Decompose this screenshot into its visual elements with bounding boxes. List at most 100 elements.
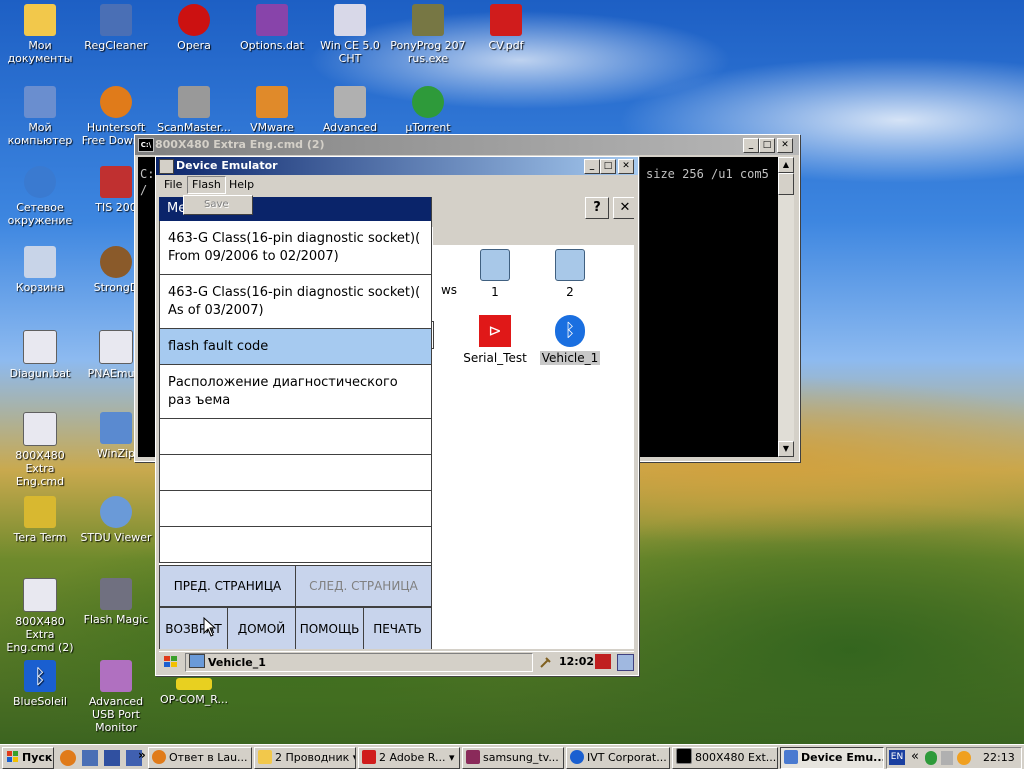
pdf-icon xyxy=(362,750,376,764)
desktop-icon-opera[interactable]: Opera xyxy=(154,4,234,52)
list-item[interactable] xyxy=(159,527,431,563)
console-titlebar[interactable]: C:\ 800X480 Extra Eng.cmd (2) _ □ ✕ xyxy=(135,135,799,155)
maximize-button[interactable]: □ xyxy=(600,159,616,174)
save-quicklaunch-icon[interactable] xyxy=(104,750,120,766)
file-item-vehicle-1[interactable]: ᛒ Vehicle_1 xyxy=(533,315,607,365)
taskbar-item-label: Ответ в Lau... xyxy=(169,751,248,764)
desktop-icon-utorrent[interactable]: µTorrent xyxy=(388,86,468,134)
close-button[interactable]: ✕ xyxy=(777,138,793,153)
menu-item-save[interactable]: Save xyxy=(186,198,250,212)
desktop-icon-800x480-cmd-2[interactable]: 800X480 Extra Eng.cmd (2) xyxy=(0,578,80,654)
minimize-button[interactable]: _ xyxy=(743,138,759,153)
list-item[interactable] xyxy=(159,455,431,491)
app-quicklaunch-icon[interactable] xyxy=(82,750,98,766)
desktop-icon-bluesoleil[interactable]: ᛒ BlueSoleil xyxy=(0,660,80,708)
list-item[interactable] xyxy=(159,491,431,527)
next-page-button[interactable]: СЛЕД. СТРАНИЦА xyxy=(295,565,432,607)
tray-tool-icon[interactable] xyxy=(539,655,553,669)
minimize-button[interactable]: _ xyxy=(584,159,600,174)
close-button[interactable]: ✕ xyxy=(618,159,634,174)
file-item-2[interactable]: 2 xyxy=(533,249,607,299)
scroll-up-button[interactable]: ▲ xyxy=(778,157,794,173)
desktop-icon-usb-monitor[interactable]: Advanced USB Port Monitor xyxy=(76,660,156,734)
home-button[interactable]: ДОМОЙ xyxy=(227,607,296,649)
winzip-icon xyxy=(100,412,132,444)
prev-page-button[interactable]: ПРЕД. СТРАНИЦА xyxy=(159,565,296,607)
desktop-icon-ponyprog[interactable]: PonyProg 207 rus.exe xyxy=(388,4,468,65)
desktop-icon-opcom[interactable]: OP-COM_R... xyxy=(154,678,234,706)
list-item[interactable] xyxy=(159,419,431,455)
file-item-serial-test[interactable]: ⊳ Serial_Test xyxy=(458,315,532,365)
desktop-icon-advanced[interactable]: Advanced xyxy=(310,86,390,134)
desktop-icon-flash-magic[interactable]: Flash Magic xyxy=(76,578,156,626)
maximize-button[interactable]: □ xyxy=(759,138,775,153)
language-indicator[interactable]: EN xyxy=(889,750,905,765)
taskbar-item-console[interactable]: 800X480 Ext... xyxy=(672,747,778,769)
firefox-quicklaunch-icon[interactable] xyxy=(60,750,76,766)
network-icon xyxy=(24,166,56,198)
list-item[interactable]: flash fault code xyxy=(159,329,431,365)
folder-icon xyxy=(24,4,56,36)
input-panel-icon[interactable] xyxy=(595,654,611,669)
windows-start-icon[interactable] xyxy=(163,655,179,669)
taskbar-item-ivt[interactable]: IVT Corporat... xyxy=(566,747,670,769)
regcleaner-icon xyxy=(100,4,132,36)
desktop-icon-tera-term[interactable]: Tera Term xyxy=(0,496,80,544)
close-icon[interactable]: ✕ xyxy=(613,197,634,219)
taskbar-item-device-emulator[interactable]: Device Emu... xyxy=(780,747,884,769)
file-item-1[interactable]: 1 xyxy=(458,249,532,299)
taskbar-item-browser[interactable]: Ответ в Lau... xyxy=(148,747,252,769)
bluetooth-icon xyxy=(570,750,584,764)
list-item[interactable]: 463-G Class(16-pin diagnostic socket)( F… xyxy=(159,221,431,275)
desktop-icon-my-documents[interactable]: Мои документы xyxy=(0,4,80,65)
device-emulator-window[interactable]: Device Emulator _ □ ✕ File Flash Help ? … xyxy=(155,156,639,676)
desktop-icon-regcleaner[interactable]: RegCleaner xyxy=(76,4,156,52)
tray-expand-chevron[interactable]: « xyxy=(911,749,919,764)
menu-flash[interactable]: Flash xyxy=(187,176,226,194)
print-button[interactable]: ПЕЧАТЬ xyxy=(363,607,432,649)
bluetooth-tray-icon[interactable] xyxy=(925,751,937,765)
desktop-icon-button[interactable] xyxy=(617,654,634,671)
desktop-icon-options-dat[interactable]: Options.dat xyxy=(232,4,312,52)
desktop-icon-stdu-viewer[interactable]: STDU Viewer xyxy=(76,496,156,544)
desktop-icon-diagun[interactable]: Diagun.bat xyxy=(0,330,80,380)
desktop-icon-scanmaster[interactable]: ScanMaster... xyxy=(154,86,234,134)
device-taskbar-item[interactable]: Vehicle_1 xyxy=(185,653,533,672)
device-clock[interactable]: 12:02 xyxy=(559,654,594,670)
computer-icon xyxy=(555,249,585,281)
desktop-icon-label: 800X480 Extra Eng.cmd xyxy=(15,449,65,488)
clock[interactable]: 22:13 xyxy=(983,751,1015,765)
desktop-icon-label: Options.dat xyxy=(240,39,304,52)
app-tray-icon[interactable] xyxy=(957,751,971,765)
emulator-titlebar[interactable]: Device Emulator _ □ ✕ xyxy=(156,157,638,175)
desktop-icon-vmware[interactable]: VMware xyxy=(232,86,312,134)
windows-logo-icon xyxy=(7,751,18,762)
list-item[interactable]: 463-G Class(16-pin diagnostic socket)( A… xyxy=(159,275,431,329)
quicklaunch-more-chevron[interactable]: » xyxy=(138,748,146,762)
desktop-icon-network[interactable]: Сетевое окружение xyxy=(0,166,80,227)
back-button[interactable]: ВОЗВРАТ xyxy=(159,607,228,649)
desktop-icon-cv-pdf[interactable]: CV.pdf xyxy=(466,4,546,52)
taskbar-item-label: 800X480 Ext... xyxy=(695,751,777,764)
help-button[interactable]: ПОМОЩЬ xyxy=(295,607,364,649)
menu-file[interactable]: File xyxy=(160,177,186,193)
taskbar-item-adobe[interactable]: 2 Adobe R... ▾ xyxy=(358,747,460,769)
scroll-thumb[interactable] xyxy=(778,173,794,195)
list-item[interactable]: Расположение диагностического раз ъема xyxy=(159,365,431,419)
taskbar-item-samsung[interactable]: samsung_tv... xyxy=(462,747,564,769)
volume-icon[interactable] xyxy=(941,751,953,765)
windows-taskbar: Пуск » Ответ в Lau... 2 Проводник ▾ 2 Ad… xyxy=(0,744,1024,769)
desktop-icon-800x480-cmd[interactable]: 800X480 Extra Eng.cmd xyxy=(0,412,80,488)
chip-icon xyxy=(412,4,444,36)
help-button[interactable]: ? xyxy=(585,197,609,219)
start-button[interactable]: Пуск xyxy=(2,747,54,769)
console-scrollbar[interactable]: ▲ ▼ xyxy=(778,157,794,457)
scroll-down-button[interactable]: ▼ xyxy=(778,441,794,457)
device-screen[interactable]: ? ✕ ws 1 2 ⊳ Serial_Test ᛒ Vehicle_1 Me … xyxy=(159,197,634,649)
desktop-icon-recycle-bin[interactable]: Корзина xyxy=(0,246,80,294)
desktop-icon-my-computer[interactable]: Мой компьютер xyxy=(0,86,80,147)
menu-help[interactable]: Help xyxy=(225,177,258,193)
desktop-icon-wince[interactable]: Win CE 5.0 CHT xyxy=(310,4,390,65)
taskbar-item-explorer[interactable]: 2 Проводник ▾ xyxy=(254,747,356,769)
mouse-cursor-icon xyxy=(203,617,217,637)
